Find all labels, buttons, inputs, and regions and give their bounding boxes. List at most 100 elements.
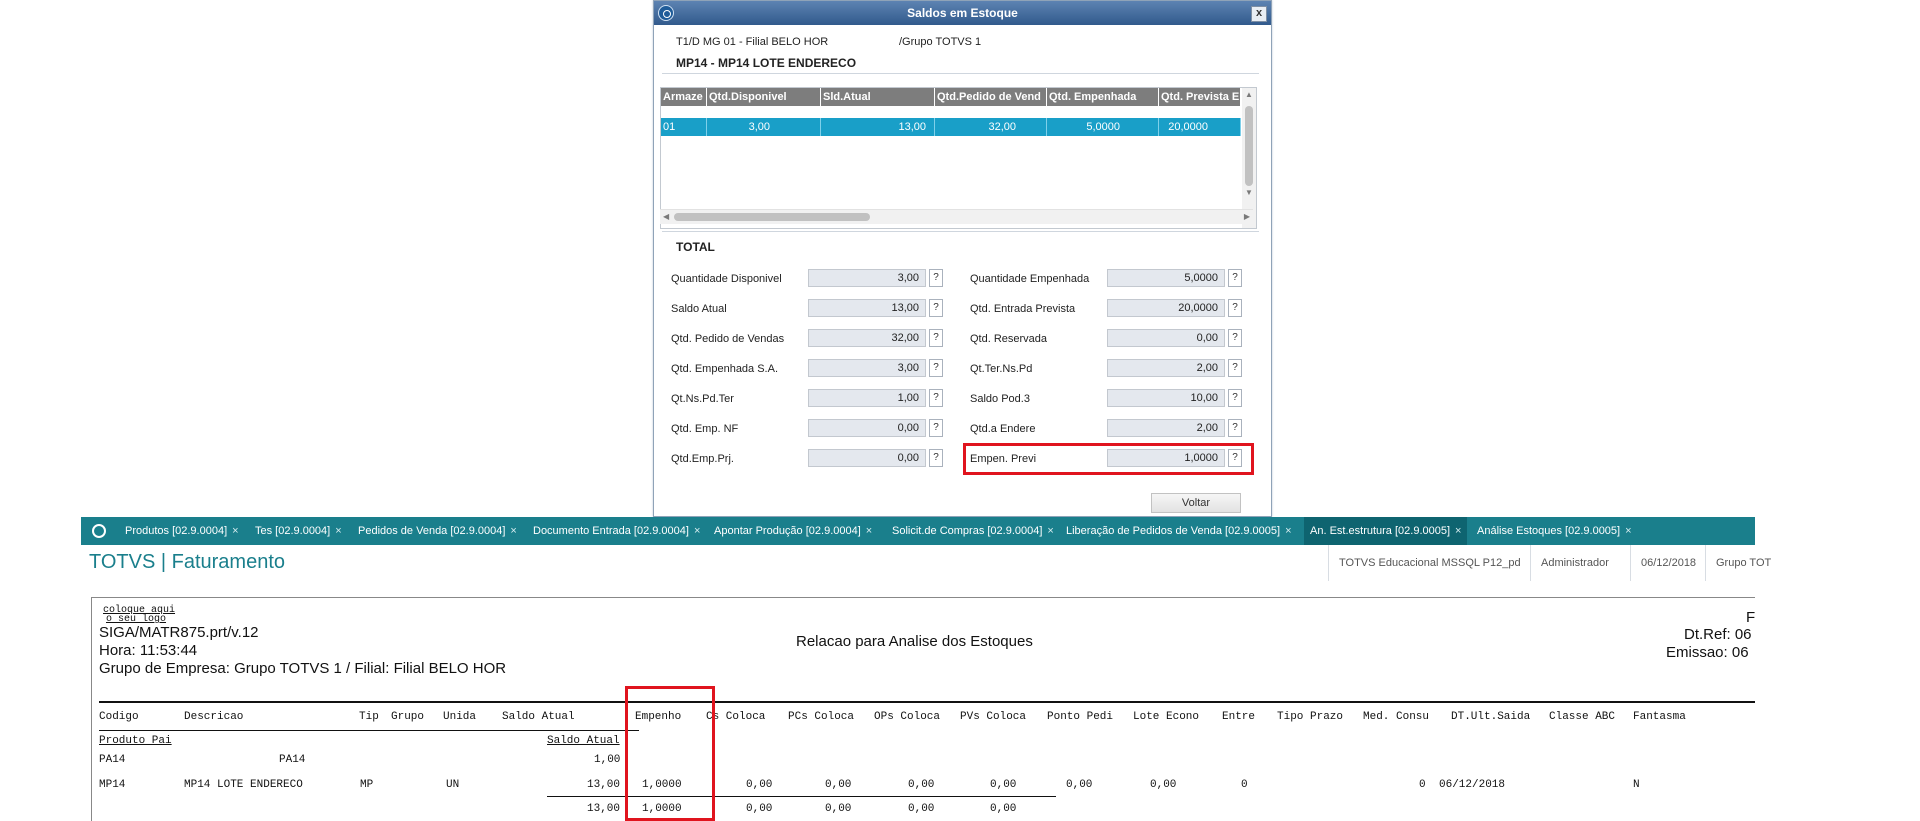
field-qtd-emp-nf[interactable]: 0,00 (808, 419, 926, 437)
field-saldo-pod3[interactable]: 10,00 (1107, 389, 1225, 407)
item-pcs: 0,00 (825, 779, 852, 791)
close-icon[interactable]: × (694, 525, 700, 537)
total-ops: 0,00 (908, 803, 935, 815)
col-qtd-disponivel[interactable]: Qtd.Disponivel (707, 88, 821, 106)
parent-desc: PA14 (279, 754, 306, 766)
close-button[interactable]: x (1251, 6, 1267, 22)
col-codigo: Codigo (99, 711, 139, 723)
item-cs: 0,00 (746, 779, 773, 791)
field-qtd-disponivel[interactable]: 3,00 (808, 269, 926, 287)
tab-produtos[interactable]: Produtos [02.9.0004] × (125, 517, 239, 545)
field-qtd-pedido-vendas[interactable]: 32,00 (808, 329, 926, 347)
help-icon[interactable]: ? (1228, 299, 1242, 317)
close-icon[interactable]: × (1285, 525, 1291, 537)
col-tip: Tip (359, 711, 379, 723)
tab-apontar-producao[interactable]: Apontar Produção [02.9.0004] × (714, 517, 872, 545)
label-qtd-a-endere: Qtd.a Endere (970, 423, 1036, 435)
col-saldo-atual: Saldo Atual (502, 711, 575, 723)
field-qt-ter-ns-pd[interactable]: 2,00 (1107, 359, 1225, 377)
scroll-right-icon[interactable]: ▶ (1244, 212, 1250, 221)
help-icon[interactable]: ? (929, 359, 943, 377)
app-title: TOTVS | Faturamento (89, 551, 286, 573)
scroll-down-icon[interactable]: ▼ (1245, 188, 1253, 197)
total-saldo: 13,00 (587, 803, 621, 815)
grid-row-selected[interactable]: 01 3,00 13,00 32,00 5,0000 20,0000 (661, 118, 1241, 136)
tab-bar: Produtos [02.9.0004] × Tes [02.9.0004] × P… (81, 517, 1755, 545)
item-code: MP14 (99, 779, 126, 791)
close-icon[interactable]: × (1455, 525, 1461, 537)
grid-horizontal-scrollbar[interactable]: ◀ ▶ (660, 209, 1253, 224)
report-separator (99, 701, 1755, 703)
close-icon[interactable]: × (232, 525, 238, 537)
help-icon[interactable]: ? (1228, 329, 1242, 347)
col-med-consu: Med. Consu (1363, 711, 1430, 723)
tab-label: Análise Estoques [02.9.0005] (1477, 525, 1621, 537)
tab-label: Liberação de Pedidos de Venda [02.9.0005… (1066, 525, 1281, 537)
help-icon[interactable]: ? (929, 329, 943, 347)
help-icon[interactable]: ? (929, 389, 943, 407)
col-lote-econo: Lote Econo (1133, 711, 1200, 723)
col-descricao: Descricao (184, 711, 244, 723)
close-icon[interactable]: × (335, 525, 341, 537)
col-qtd-pedido[interactable]: Qtd.Pedido de Vend (935, 88, 1047, 106)
help-icon[interactable]: ? (929, 269, 943, 287)
close-icon[interactable]: × (1047, 525, 1053, 537)
help-icon[interactable]: ? (1228, 389, 1242, 407)
parent-saldo: 1,00 (594, 754, 621, 766)
tab-label: Pedidos de Venda [02.9.0004] (358, 525, 506, 537)
dialog-title-bar: Saldos em Estoque x (654, 1, 1271, 25)
tab-an-est-estrutura[interactable]: An. Est.estrutura [02.9.0005] × (1304, 517, 1468, 545)
col-dt-ult-saida: DT.Ult.Saida (1451, 711, 1531, 723)
parent-code: PA14 (99, 754, 126, 766)
tab-analise-estoques[interactable]: Análise Estoques [02.9.0005] × (1477, 517, 1632, 545)
tab-solicit-compras[interactable]: Solicit.de Compras [02.9.0004] × (892, 517, 1054, 545)
help-icon[interactable]: ? (1228, 419, 1242, 437)
close-icon[interactable]: × (510, 525, 516, 537)
tab-pedidos-venda[interactable]: Pedidos de Venda [02.9.0004] × (358, 517, 517, 545)
field-qtd-a-endere[interactable]: 2,00 (1107, 419, 1225, 437)
close-icon[interactable]: × (866, 525, 872, 537)
group-label: Grupo TOT (1705, 545, 1771, 581)
col-qtd-prevista[interactable]: Qtd. Prevista Ent (1159, 88, 1241, 106)
field-qtd-empenhada-sa[interactable]: 3,00 (808, 359, 926, 377)
vertical-scroll-thumb[interactable] (1245, 106, 1253, 186)
report-frame (91, 597, 92, 821)
totvs-logo-icon (658, 5, 674, 21)
col-sld-atual[interactable]: Sld.Atual (821, 88, 935, 106)
help-icon[interactable]: ? (1228, 269, 1242, 287)
label-qtd-disponivel: Quantidade Disponivel (671, 273, 782, 285)
help-icon[interactable]: ? (1228, 359, 1242, 377)
item-fantasma: N (1633, 779, 1640, 791)
label-qtd-reservada: Qtd. Reservada (970, 333, 1048, 345)
field-qtd-reservada[interactable]: 0,00 (1107, 329, 1225, 347)
scroll-left-icon[interactable]: ◀ (663, 212, 669, 221)
help-icon[interactable]: ? (929, 299, 943, 317)
cell-armazem: 01 (661, 118, 707, 136)
close-icon[interactable]: × (1625, 525, 1631, 537)
horizontal-scroll-thumb[interactable] (674, 213, 870, 221)
field-saldo-atual[interactable]: 13,00 (808, 299, 926, 317)
voltar-button[interactable]: Voltar (1151, 493, 1241, 513)
label-qtd-pedido-vendas: Qtd. Pedido de Vendas (671, 333, 785, 345)
cell-qtd-prevista: 20,0000 (1159, 118, 1241, 136)
tab-documento-entrada[interactable]: Documento Entrada [02.9.0004] × (533, 517, 700, 545)
grid-vertical-scrollbar[interactable]: ▲ ▼ (1242, 88, 1256, 228)
totvs-menu-icon[interactable] (92, 524, 106, 538)
field-qtd-empenhada[interactable]: 5,0000 (1107, 269, 1225, 287)
field-qtd-entrada-prevista[interactable]: 20,0000 (1107, 299, 1225, 317)
label-qtd-emp-prj: Qtd.Emp.Prj. (671, 453, 734, 465)
balance-grid[interactable]: Armaze Qtd.Disponivel Sld.Atual Qtd.Pedi… (660, 87, 1257, 229)
field-qtd-emp-prj[interactable]: 0,00 (808, 449, 926, 467)
field-qt-ns-pd-ter[interactable]: 1,00 (808, 389, 926, 407)
tab-liberacao-pedidos[interactable]: Liberação de Pedidos de Venda [02.9.0005… (1066, 517, 1292, 545)
help-icon[interactable]: ? (929, 449, 943, 467)
col-qtd-empenhada[interactable]: Qtd. Empenhada (1047, 88, 1159, 106)
total-label: TOTAL (676, 240, 715, 254)
tab-tes[interactable]: Tes [02.9.0004] × (255, 517, 342, 545)
help-icon[interactable]: ? (929, 419, 943, 437)
scroll-up-icon[interactable]: ▲ (1245, 90, 1253, 99)
cell-qtd-disponivel: 3,00 (707, 118, 821, 136)
tab-label: Produtos [02.9.0004] (125, 525, 228, 537)
report-company: Grupo de Empresa: Grupo TOTVS 1 / Filial… (99, 660, 507, 677)
col-armazem[interactable]: Armaze (661, 88, 707, 106)
